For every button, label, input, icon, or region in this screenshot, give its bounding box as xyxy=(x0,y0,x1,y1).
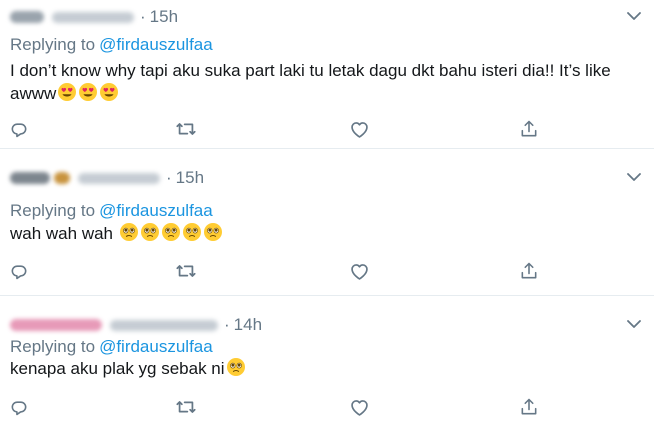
share-icon xyxy=(521,262,537,279)
tweet-body: I don’t know why tapi aku suka part laki… xyxy=(10,60,640,105)
separator-dot: · xyxy=(140,7,146,26)
tweet-3[interactable]: · 14h Replying to @firdauszulfaa kenapa a… xyxy=(0,295,654,427)
tweet-1[interactable]: · 15h Replying to @firdauszulfaa I don’t … xyxy=(0,0,654,148)
like-button[interactable] xyxy=(348,396,370,418)
share-icon xyxy=(521,398,537,415)
retweet-button[interactable] xyxy=(175,396,197,418)
share-button[interactable] xyxy=(518,260,540,282)
replying-to: Replying to @firdauszulfaa xyxy=(10,201,213,221)
pleading-face-emoji-icon xyxy=(203,223,222,241)
tweet-2[interactable]: · 15h Replying to @firdauszulfaa wah wah … xyxy=(0,148,654,295)
tweet-text: wah wah wah xyxy=(10,224,114,243)
author-emoji-blurred xyxy=(54,172,70,184)
author-handle-blurred[interactable] xyxy=(52,11,134,23)
tweet-body: kenapa aku plak yg sebak ni xyxy=(10,357,640,380)
tweet-header: · 15h xyxy=(10,167,204,189)
replying-label: Replying to xyxy=(10,337,96,356)
replying-to: Replying to @firdauszulfaa xyxy=(10,35,213,55)
chevron-down-icon[interactable] xyxy=(626,169,642,185)
reply-feed: · 15h Replying to @firdauszulfaa I don’t … xyxy=(0,0,654,427)
retweet-button[interactable] xyxy=(175,260,197,282)
share-button[interactable] xyxy=(518,396,540,418)
author-name-blurred[interactable] xyxy=(10,172,50,184)
replying-label: Replying to xyxy=(10,201,96,220)
share-icon xyxy=(521,120,537,137)
tweet-actions xyxy=(0,396,654,418)
like-icon xyxy=(350,263,368,280)
author-handle-blurred[interactable] xyxy=(110,319,218,331)
author-name-blurred[interactable] xyxy=(10,11,44,23)
like-icon xyxy=(350,121,368,138)
heart-eyes-emoji-icon xyxy=(79,83,98,101)
pleading-face-emoji-icon xyxy=(119,223,138,241)
reply-button[interactable] xyxy=(8,396,30,418)
tweet-time[interactable]: 15h xyxy=(176,168,204,188)
mention-link[interactable]: @firdauszulfaa xyxy=(99,201,213,220)
chevron-down-icon[interactable] xyxy=(626,316,642,332)
reply-icon xyxy=(11,265,27,280)
heart-eyes-emoji-icon xyxy=(100,83,119,101)
like-icon xyxy=(350,399,368,416)
separator-dot: · xyxy=(224,315,230,334)
reply-icon xyxy=(11,401,27,416)
reply-icon xyxy=(11,123,27,138)
author-name-blurred[interactable] xyxy=(10,319,102,331)
tweet-header: · 15h xyxy=(10,6,178,28)
pleading-face-emoji-icon xyxy=(226,358,245,376)
pleading-face-emoji-icon xyxy=(161,223,180,241)
tweet-text: kenapa aku plak yg sebak ni xyxy=(10,359,225,378)
retweet-button[interactable] xyxy=(175,118,197,140)
reply-button[interactable] xyxy=(8,260,30,282)
heart-eyes-emoji-icon xyxy=(58,83,77,101)
chevron-down-icon[interactable] xyxy=(626,8,642,24)
reply-button[interactable] xyxy=(8,118,30,140)
tweet-body: wah wah wah xyxy=(10,222,640,245)
tweet-actions xyxy=(0,260,654,282)
tweet-time[interactable]: 14h xyxy=(234,315,262,335)
tweet-time[interactable]: 15h xyxy=(150,7,178,27)
tweet-header: · 14h xyxy=(10,314,262,336)
retweet-icon xyxy=(176,265,196,277)
retweet-icon xyxy=(176,401,196,413)
pleading-face-emoji-icon xyxy=(182,223,201,241)
mention-link[interactable]: @firdauszulfaa xyxy=(99,337,213,356)
like-button[interactable] xyxy=(348,260,370,282)
share-button[interactable] xyxy=(518,118,540,140)
replying-to: Replying to @firdauszulfaa xyxy=(10,337,213,357)
author-handle-blurred[interactable] xyxy=(78,172,160,184)
replying-label: Replying to xyxy=(10,35,96,54)
retweet-icon xyxy=(176,123,196,135)
mention-link[interactable]: @firdauszulfaa xyxy=(99,35,213,54)
pleading-face-emoji-icon xyxy=(140,223,159,241)
like-button[interactable] xyxy=(348,118,370,140)
tweet-actions xyxy=(0,118,654,140)
separator-dot: · xyxy=(166,168,172,187)
